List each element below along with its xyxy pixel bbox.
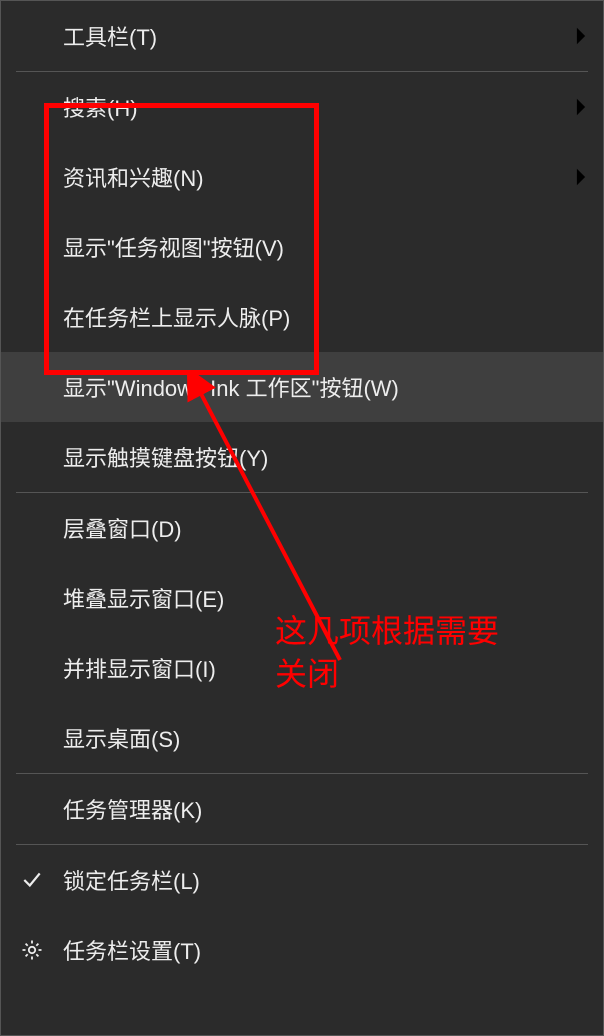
menu-label: 显示"Windows Ink 工作区"按钮(W) [63,371,559,403]
menu-label: 层叠窗口(D) [63,512,559,544]
menu-item-desktop[interactable]: 显示桌面(S) [1,703,603,773]
menu-label: 显示桌面(S) [63,722,559,754]
menu-label: 锁定任务栏(L) [63,864,559,896]
chevron-right-icon [559,166,603,188]
menu-item-settings[interactable]: 任务栏设置(T) [1,915,603,985]
menu-label: 并排显示窗口(I) [63,652,559,684]
menu-item-sidebyside[interactable]: 并排显示窗口(I) [1,633,603,703]
menu-item-taskview[interactable]: 显示"任务视图"按钮(V) [1,212,603,282]
menu-item-people[interactable]: 在任务栏上显示人脉(P) [1,282,603,352]
chevron-right-icon [559,96,603,118]
menu-item-ink[interactable]: 显示"Windows Ink 工作区"按钮(W) [1,352,603,422]
menu-item-search[interactable]: 搜索(H) [1,72,603,142]
menu-label: 显示触摸键盘按钮(Y) [63,441,559,473]
menu-item-cascade[interactable]: 层叠窗口(D) [1,493,603,563]
menu-label: 工具栏(T) [63,20,559,52]
menu-item-touchkb[interactable]: 显示触摸键盘按钮(Y) [1,422,603,492]
menu-item-taskmgr[interactable]: 任务管理器(K) [1,774,603,844]
menu-item-lock[interactable]: 锁定任务栏(L) [1,845,603,915]
menu-label: 任务栏设置(T) [63,934,559,966]
menu-label: 显示"任务视图"按钮(V) [63,231,559,263]
menu-label: 资讯和兴趣(N) [63,161,559,193]
menu-label: 在任务栏上显示人脉(P) [63,301,559,333]
chevron-right-icon [559,25,603,47]
gear-icon [1,938,63,962]
taskbar-context-menu: 工具栏(T) 搜索(H) 资讯和兴趣(N) 显示"任务视图"按钮(V) 在任务栏… [0,0,604,1036]
menu-item-toolbars[interactable]: 工具栏(T) [1,1,603,71]
menu-label: 堆叠显示窗口(E) [63,582,559,614]
menu-item-news[interactable]: 资讯和兴趣(N) [1,142,603,212]
menu-label: 任务管理器(K) [63,793,559,825]
menu-item-stacked[interactable]: 堆叠显示窗口(E) [1,563,603,633]
menu-label: 搜索(H) [63,91,559,123]
check-icon [1,869,63,891]
